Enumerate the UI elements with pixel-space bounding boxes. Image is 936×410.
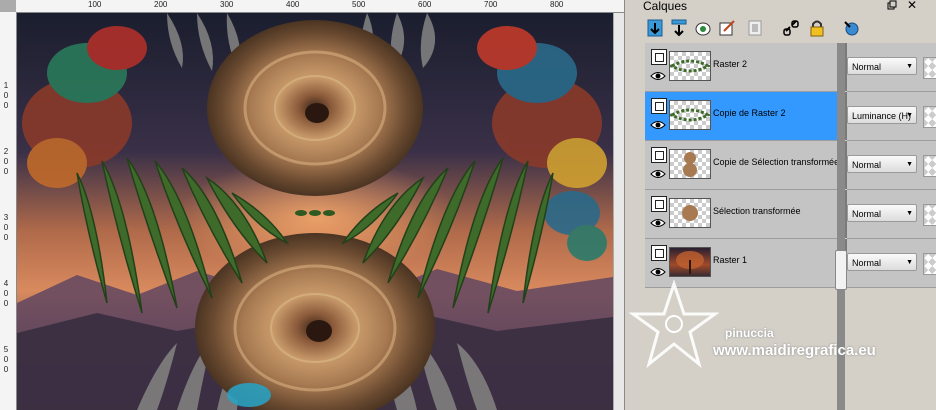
dropdown-arrow-icon: ▼ [906,210,913,217]
blend-cell: Normal ▼ [847,190,936,239]
layer-name-cell[interactable]: Copie de Sélection transformée [645,141,840,190]
ruler-label: 0 [3,101,9,110]
layers-list: Raster 2 Normal ▼ Copie de Raster 2 Lumin… [625,43,936,293]
eye-icon[interactable] [650,266,666,278]
blend-mode-value: Normal [852,62,882,72]
layer-name-cell[interactable]: Raster 2 [645,43,837,92]
layer-row[interactable]: Copie de Sélection transformée Normal ▼ [645,141,936,190]
delete-layer-icon[interactable] [745,18,765,38]
eye-icon[interactable] [650,168,666,180]
ruler-label: 500 [352,0,366,9]
horizontal-ruler: 100 200 300 400 500 600 700 800 [16,0,624,13]
blend-mode-dropdown[interactable]: Normal ▼ [847,57,917,75]
ruler-label: 3 [3,213,9,222]
blend-mode-value: Normal [852,160,882,170]
blend-cell: Normal ▼ [847,141,936,190]
new-raster-layer-icon[interactable] [645,18,665,38]
panel-titlebar: Calques ✕ [625,0,936,14]
layer-row[interactable]: Raster 2 Normal ▼ [645,43,936,92]
layer-thumbnail [669,100,711,130]
mask-icon[interactable] [693,18,713,38]
layer-row[interactable]: Copie de Raster 2 Luminance (H) ▼ [645,92,936,141]
close-icon[interactable]: ✕ [907,0,917,12]
layer-type-icon [651,98,667,114]
ruler-label: 1 [3,81,9,90]
opacity-swatch[interactable] [923,204,936,226]
ruler-label: 0 [3,299,9,308]
ruler-label: 300 [220,0,234,9]
layers-panel: Calques ✕ Raster 2 Normal ▼ Copie de Ras… [624,0,936,410]
dropdown-arrow-icon: ▼ [906,63,913,70]
restore-icon[interactable] [887,0,897,13]
blend-cell: Luminance (H) ▼ [847,92,936,141]
ruler-label: 100 [88,0,102,9]
layer-thumbnail [669,149,711,179]
dropdown-arrow-icon: ▼ [906,112,913,119]
blend-mode-value: Normal [852,258,882,268]
layer-name-cell[interactable]: Copie de Raster 2 [645,92,837,141]
star-logo-icon [629,280,719,369]
opacity-swatch[interactable] [923,57,936,79]
canvas-vertical-scrollbar[interactable] [613,13,624,410]
new-vector-layer-icon[interactable] [669,18,689,38]
layer-styles-icon[interactable] [841,18,861,38]
ruler-label: 0 [3,289,9,298]
layers-toolbar [625,16,936,42]
layer-type-icon [651,147,667,163]
ruler-label: 200 [154,0,168,9]
dropdown-arrow-icon: ▼ [906,259,913,266]
blend-mode-value: Normal [852,209,882,219]
layer-name: Copie de Sélection transformée [713,157,840,167]
blend-mode-dropdown[interactable]: Normal ▼ [847,204,917,222]
ruler-label: 0 [3,355,9,364]
ruler-label: 2 [3,147,9,156]
ruler-label: 0 [3,233,9,242]
layer-name: Copie de Raster 2 [713,108,786,118]
ruler-label: 700 [484,0,498,9]
layer-type-icon [651,196,667,212]
layer-name: Raster 2 [713,59,748,69]
ruler-label: 600 [418,0,432,9]
lock-icon[interactable] [807,18,827,38]
ruler-label: 5 [3,345,9,354]
adjustment-layer-icon[interactable] [717,18,737,38]
ruler-label: 4 [3,279,9,288]
canvas-area[interactable]: 100 200 300 400 500 600 700 800 1 0 0 2 … [0,0,624,410]
blend-mode-dropdown[interactable]: Normal ▼ [847,253,917,271]
layer-type-icon [651,245,667,261]
layer-thumbnail [669,51,711,81]
layer-name: Sélection transformée [713,206,801,216]
layer-thumbnail [669,198,711,228]
eye-icon[interactable] [650,119,666,131]
ruler-label: 0 [3,223,9,232]
opacity-swatch[interactable] [923,155,936,177]
ruler-label: 0 [3,157,9,166]
watermark-url: www.maidiregrafica.eu [713,342,876,359]
watermark-name: pinuccia [725,326,774,340]
watermark: pinuccia www.maidiregrafica.eu [625,280,936,410]
ruler-label: 0 [3,167,9,176]
blend-cell: Normal ▼ [847,43,936,92]
layer-name-cell[interactable]: Sélection transformée [645,190,837,239]
opacity-swatch[interactable] [923,106,936,128]
link-icon[interactable] [781,18,801,38]
eye-icon[interactable] [650,217,666,229]
layer-row[interactable]: Sélection transformée Normal ▼ [645,190,936,239]
layer-thumbnail [669,247,711,277]
ruler-label: 800 [550,0,564,9]
blend-mode-value: Luminance (H) [852,111,912,121]
ruler-label: 400 [286,0,300,9]
opacity-swatch[interactable] [923,253,936,275]
ruler-label: 0 [3,365,9,374]
layer-type-icon [651,49,667,65]
blend-mode-dropdown[interactable]: Normal ▼ [847,155,917,173]
panel-title: Calques [643,0,688,13]
vertical-ruler: 1 0 0 2 0 0 3 0 0 4 0 0 5 0 0 [0,12,17,410]
layer-name: Raster 1 [713,255,748,265]
dropdown-arrow-icon: ▼ [906,161,913,168]
ruler-label: 0 [3,91,9,100]
blend-mode-dropdown[interactable]: Luminance (H) ▼ [847,106,917,124]
artwork-canvas[interactable] [17,13,613,410]
eye-icon[interactable] [650,70,666,82]
